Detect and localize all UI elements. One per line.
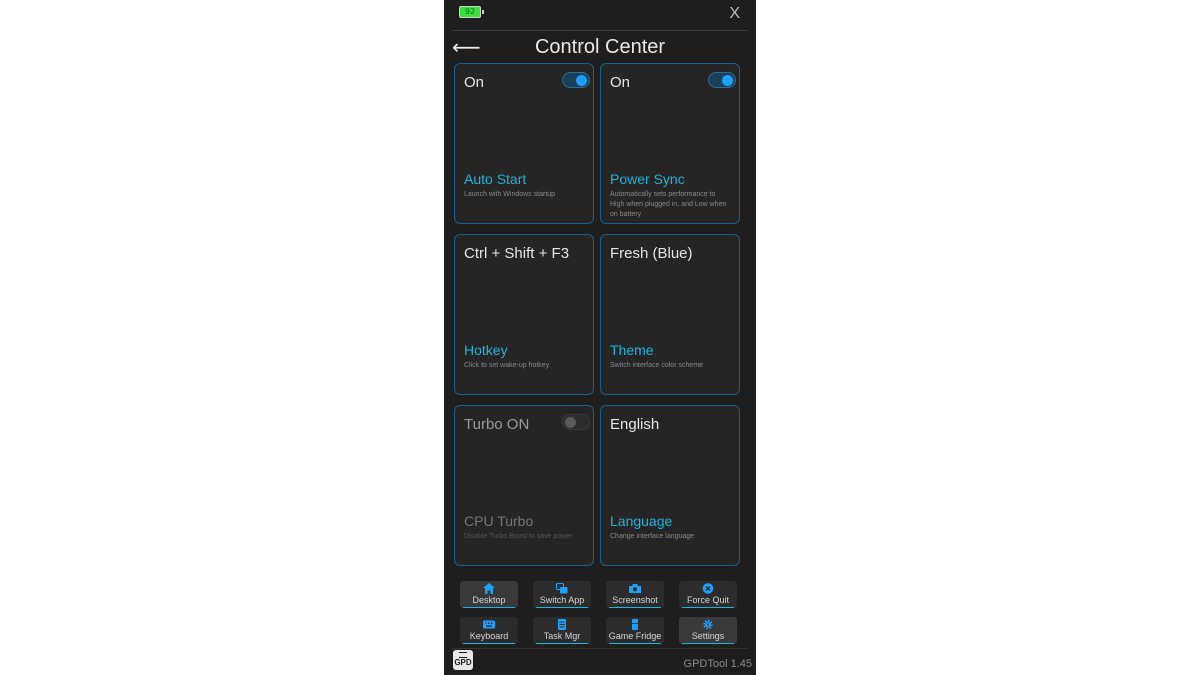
cpu-turbo-toggle[interactable] xyxy=(562,414,590,430)
keyboard-button[interactable]: Keyboard xyxy=(460,617,518,644)
button-underline xyxy=(682,643,734,644)
power-sync-description: Automatically sets performance to High w… xyxy=(610,191,727,218)
power-sync-toggle[interactable] xyxy=(708,72,736,88)
power-sync-value: On xyxy=(610,74,631,91)
button-underline xyxy=(682,607,734,608)
hotkey-title: Hotkey xyxy=(464,342,508,358)
settings-label: Settings xyxy=(691,631,725,641)
switch-app-label: Switch App xyxy=(539,595,585,605)
page-title: Control Center xyxy=(534,36,666,58)
toggle-knob xyxy=(565,417,576,428)
button-underline xyxy=(463,607,515,608)
auto-start-card[interactable]: On Auto Start Launch with Windows startu… xyxy=(454,63,594,224)
language-title: Language xyxy=(610,513,673,529)
button-underline xyxy=(609,643,661,644)
language-description: Change interface language xyxy=(610,533,695,540)
game-fridge-button[interactable]: Game Fridge xyxy=(606,617,664,644)
power-sync-card[interactable]: On Power Sync Automatically sets perform… xyxy=(600,63,740,224)
screenshot-label: Screenshot xyxy=(612,595,658,605)
cpu-turbo-value: Turbo ON xyxy=(464,416,530,433)
footer-divider xyxy=(452,648,748,649)
task-manager-button[interactable]: Task Mgr xyxy=(533,617,591,644)
task-manager-label: Task Mgr xyxy=(543,631,581,641)
logo-text: GPD xyxy=(454,658,472,667)
switch-app-button[interactable]: Switch App xyxy=(533,581,591,608)
battery-level: 92 xyxy=(464,7,476,16)
theme-card[interactable]: Fresh (Blue) Theme Switch interface colo… xyxy=(600,234,740,395)
version-label: GPDTool 1.45 xyxy=(683,658,752,670)
hotkey-description: Click to set wake-up hotkey xyxy=(464,362,550,369)
auto-start-value: On xyxy=(464,74,485,91)
theme-value: Fresh (Blue) xyxy=(610,245,693,262)
theme-title: Theme xyxy=(610,342,654,358)
button-underline xyxy=(463,643,515,644)
hotkey-value: Ctrl + Shift + F3 xyxy=(464,245,570,262)
auto-start-toggle[interactable] xyxy=(562,72,590,88)
desktop-button[interactable]: Desktop xyxy=(460,581,518,608)
battery-indicator: 92 xyxy=(459,6,484,18)
cpu-turbo-card[interactable]: Turbo ON CPU Turbo Disable Turbo Boost t… xyxy=(454,405,594,566)
fridge-icon xyxy=(632,619,638,630)
hotkey-card[interactable]: Ctrl + Shift + F3 Hotkey Click to set wa… xyxy=(454,234,594,395)
power-sync-title: Power Sync xyxy=(610,171,685,187)
keyboard-label: Keyboard xyxy=(469,631,509,641)
cpu-turbo-title: CPU Turbo xyxy=(464,513,534,529)
home-icon xyxy=(483,583,495,594)
language-value: English xyxy=(610,416,660,433)
auto-start-description: Launch with Windows startup xyxy=(464,191,556,198)
keyboard-icon xyxy=(483,620,495,629)
desktop-label: Desktop xyxy=(472,595,506,605)
force-quit-label: Force Quit xyxy=(686,595,729,605)
toggle-knob xyxy=(576,75,587,86)
game-fridge-label: Game Fridge xyxy=(608,631,662,641)
language-card[interactable]: English Language Change interface langua… xyxy=(600,405,740,566)
auto-start-title: Auto Start xyxy=(464,171,527,187)
switch-app-icon xyxy=(556,583,568,594)
toggle-knob xyxy=(722,75,733,86)
control-center-window: 92 X ⟵ Control Center On Auto Start Laun… xyxy=(444,0,756,675)
close-circle-icon xyxy=(702,583,714,594)
header-divider xyxy=(452,30,748,31)
button-underline xyxy=(536,643,588,644)
gpd-logo[interactable]: GPD xyxy=(453,650,473,670)
task-manager-icon xyxy=(558,619,566,630)
theme-description: Switch interface color scheme xyxy=(610,362,703,369)
button-underline xyxy=(536,607,588,608)
camera-icon xyxy=(629,584,641,593)
gear-icon xyxy=(703,619,713,630)
button-underline xyxy=(609,607,661,608)
settings-button[interactable]: Settings xyxy=(679,617,737,644)
cpu-turbo-description: Disable Turbo Boost to save power xyxy=(464,533,573,540)
force-quit-button[interactable]: Force Quit xyxy=(679,581,737,608)
close-button[interactable]: X xyxy=(729,5,740,23)
screenshot-button[interactable]: Screenshot xyxy=(606,581,664,608)
